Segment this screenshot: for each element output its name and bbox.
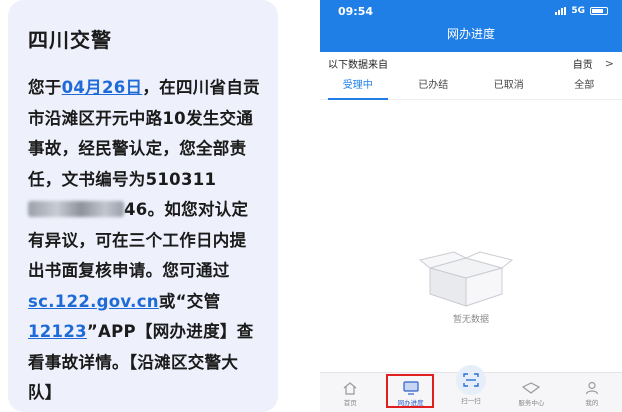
signal-icon	[555, 7, 567, 15]
redacted-blur	[28, 201, 124, 217]
status-time: 09:54	[338, 4, 374, 18]
highlight-annotation-box	[386, 374, 434, 408]
nav-profile[interactable]: 我的	[562, 373, 622, 412]
doc-number-prefix: 510311	[145, 169, 217, 189]
app-number-link[interactable]: 12123	[28, 322, 87, 341]
page-title: 网办进度	[446, 27, 495, 41]
status-tabs: 受理中 已办结 已取消 全部	[320, 74, 622, 100]
home-icon	[339, 379, 361, 397]
nav-label: 扫一扫	[461, 397, 481, 405]
screenshot-stage: 四川交警 您于04月26日，在四川省自贡市沿滩区开元中路10发生交通事故，经民警…	[0, 0, 622, 412]
sms-sender: 四川交警	[28, 28, 112, 52]
sms-text: 或“交管	[158, 291, 221, 311]
bottom-navigation: 首页 网办进度 扫一扫 服务中心 我的	[320, 365, 622, 412]
nav-service-center[interactable]: 服务中心	[501, 373, 561, 412]
sms-body: 您于04月26日，在四川省自贡市沿滩区开元中路10发生交通事故，经民警认定，您全…	[28, 73, 260, 409]
tab-completed[interactable]: 已办结	[396, 74, 472, 99]
content-area: 暂无数据	[320, 100, 622, 400]
status-indicators: 5G	[555, 6, 608, 16]
city-selector[interactable]: 自贡 >	[573, 56, 614, 71]
sms-text: 您于	[28, 78, 62, 97]
data-source-label: 以下数据来自	[328, 59, 388, 71]
user-icon	[581, 379, 603, 397]
city-name: 自贡	[572, 59, 593, 71]
tab-processing[interactable]: 受理中	[320, 74, 396, 100]
sms-message-card: 四川交警 您于04月26日，在四川省自贡市沿滩区开元中路10发生交通事故，经民警…	[8, 0, 278, 412]
tab-all[interactable]: 全部	[547, 74, 622, 99]
tab-cancelled[interactable]: 已取消	[471, 74, 547, 99]
nav-label: 首页	[343, 399, 357, 407]
empty-state-text: 暂无数据	[452, 315, 489, 325]
network-label: 5G	[571, 6, 585, 16]
diamond-icon	[520, 379, 542, 397]
nav-label: 服务中心	[518, 399, 545, 407]
nav-home[interactable]: 首页	[320, 373, 380, 412]
data-source-row: 以下数据来自 自贡 >	[320, 52, 622, 74]
empty-box-icon	[418, 251, 514, 307]
status-bar: 09:54 5G	[320, 0, 622, 22]
scan-icon	[456, 365, 487, 395]
nav-label: 我的	[585, 399, 599, 407]
chevron-right-icon: >	[604, 56, 614, 70]
nav-scan[interactable]: 扫一扫	[441, 365, 501, 412]
battery-icon	[590, 7, 608, 15]
date-link[interactable]: 04月26日	[62, 78, 143, 97]
website-link[interactable]: sc.122.gov.cn	[28, 292, 159, 311]
phone-screen: 09:54 5G 网办进度 以下数据来自 自贡 > 受理中 已办结 已取消 全部	[320, 0, 622, 412]
doc-number-suffix: 46	[124, 200, 148, 219]
app-header: 09:54 5G 网办进度	[320, 0, 622, 52]
